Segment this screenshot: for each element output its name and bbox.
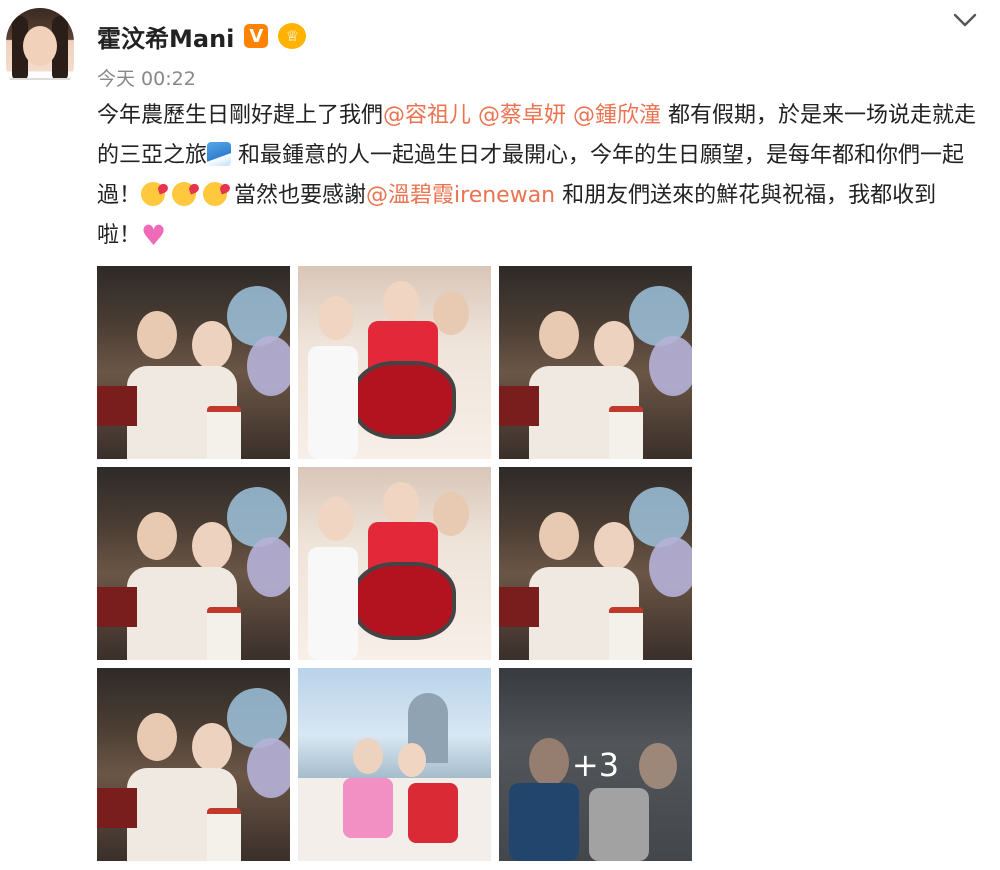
image-grid: +3: [97, 266, 692, 861]
person-face: [594, 522, 634, 570]
post-time: 今天 00:22: [97, 68, 196, 90]
person-face: [192, 723, 232, 771]
person-face: [318, 497, 354, 541]
kiss-emoji-icon: [141, 182, 166, 206]
post-photo[interactable]: [97, 467, 290, 660]
table: [298, 778, 491, 861]
author-name[interactable]: 霍汶希Mani: [97, 19, 234, 54]
person-face: [398, 743, 426, 777]
post-text-segment: 當然也要感謝: [227, 183, 367, 208]
flowers: [499, 386, 539, 426]
balloon: [649, 336, 692, 396]
person-face: [318, 296, 354, 340]
member-badge-icon: ♕: [278, 23, 307, 49]
more-photos-count[interactable]: +3: [499, 668, 692, 861]
post-text-segment: 今年農歷生日剛好趕上了我們: [97, 103, 384, 128]
post-photo[interactable]: [499, 467, 692, 660]
post-body-text: 今年農歷生日剛好趕上了我們@容祖儿 @蔡卓妍 @鍾欣潼 都有假期，於是来一场说走…: [97, 96, 977, 256]
balloon: [247, 537, 290, 597]
chevron-down-icon[interactable]: [952, 10, 978, 30]
mention-link[interactable]: @溫碧霞irenewan: [366, 183, 555, 208]
person-body: [308, 346, 358, 459]
person-face: [594, 321, 634, 369]
rose-bouquet: [353, 361, 456, 439]
person-face: [192, 321, 232, 369]
person-face: [433, 492, 469, 536]
flowers: [97, 587, 137, 627]
person-body: [308, 547, 358, 660]
post-photo[interactable]: [97, 668, 290, 861]
person-face: [383, 482, 419, 526]
person-face: [137, 713, 177, 761]
person-body: [343, 778, 393, 838]
person-face: [433, 291, 469, 335]
person-face: [539, 311, 579, 359]
post-photo[interactable]: [499, 266, 692, 459]
flowers: [499, 587, 539, 627]
mention-link[interactable]: @蔡卓妍: [478, 103, 566, 128]
post-photo[interactable]: [298, 668, 491, 861]
bottle: [609, 607, 643, 660]
kiss-emoji-icon: [172, 182, 197, 206]
heart-emoji-icon: [141, 216, 166, 256]
verified-badge-icon: V: [244, 24, 269, 48]
mention-link[interactable]: @鍾欣潼: [573, 103, 661, 128]
person-face: [137, 512, 177, 560]
person-face: [137, 311, 177, 359]
post-photo[interactable]: [298, 266, 491, 459]
post-text-segment: [471, 103, 478, 128]
bottle: [207, 808, 241, 861]
rose-bouquet: [353, 562, 456, 640]
post-text-segment: [566, 103, 573, 128]
person-face: [539, 512, 579, 560]
person-body: [408, 783, 458, 843]
avatar-face: [23, 26, 57, 66]
author-row: 霍汶希Mani V ♕: [97, 18, 307, 54]
bottle: [609, 406, 643, 459]
flowers: [97, 386, 137, 426]
person-face: [192, 522, 232, 570]
post-photo[interactable]: [97, 266, 290, 459]
wave-emoji-icon: [207, 142, 232, 166]
post-photo[interactable]: +3: [499, 668, 692, 861]
kiss-emoji-icon: [203, 182, 228, 206]
balloon: [649, 537, 692, 597]
post-photo[interactable]: [298, 467, 491, 660]
bottle: [207, 607, 241, 660]
avatar-shirt: [6, 78, 74, 98]
mention-link[interactable]: @容祖儿: [383, 103, 471, 128]
person-face: [383, 281, 419, 325]
bottle: [207, 406, 241, 459]
author-avatar[interactable]: [6, 8, 74, 98]
balloon: [247, 336, 290, 396]
person-face: [353, 738, 383, 774]
flowers: [97, 788, 137, 828]
balloon: [247, 738, 290, 798]
